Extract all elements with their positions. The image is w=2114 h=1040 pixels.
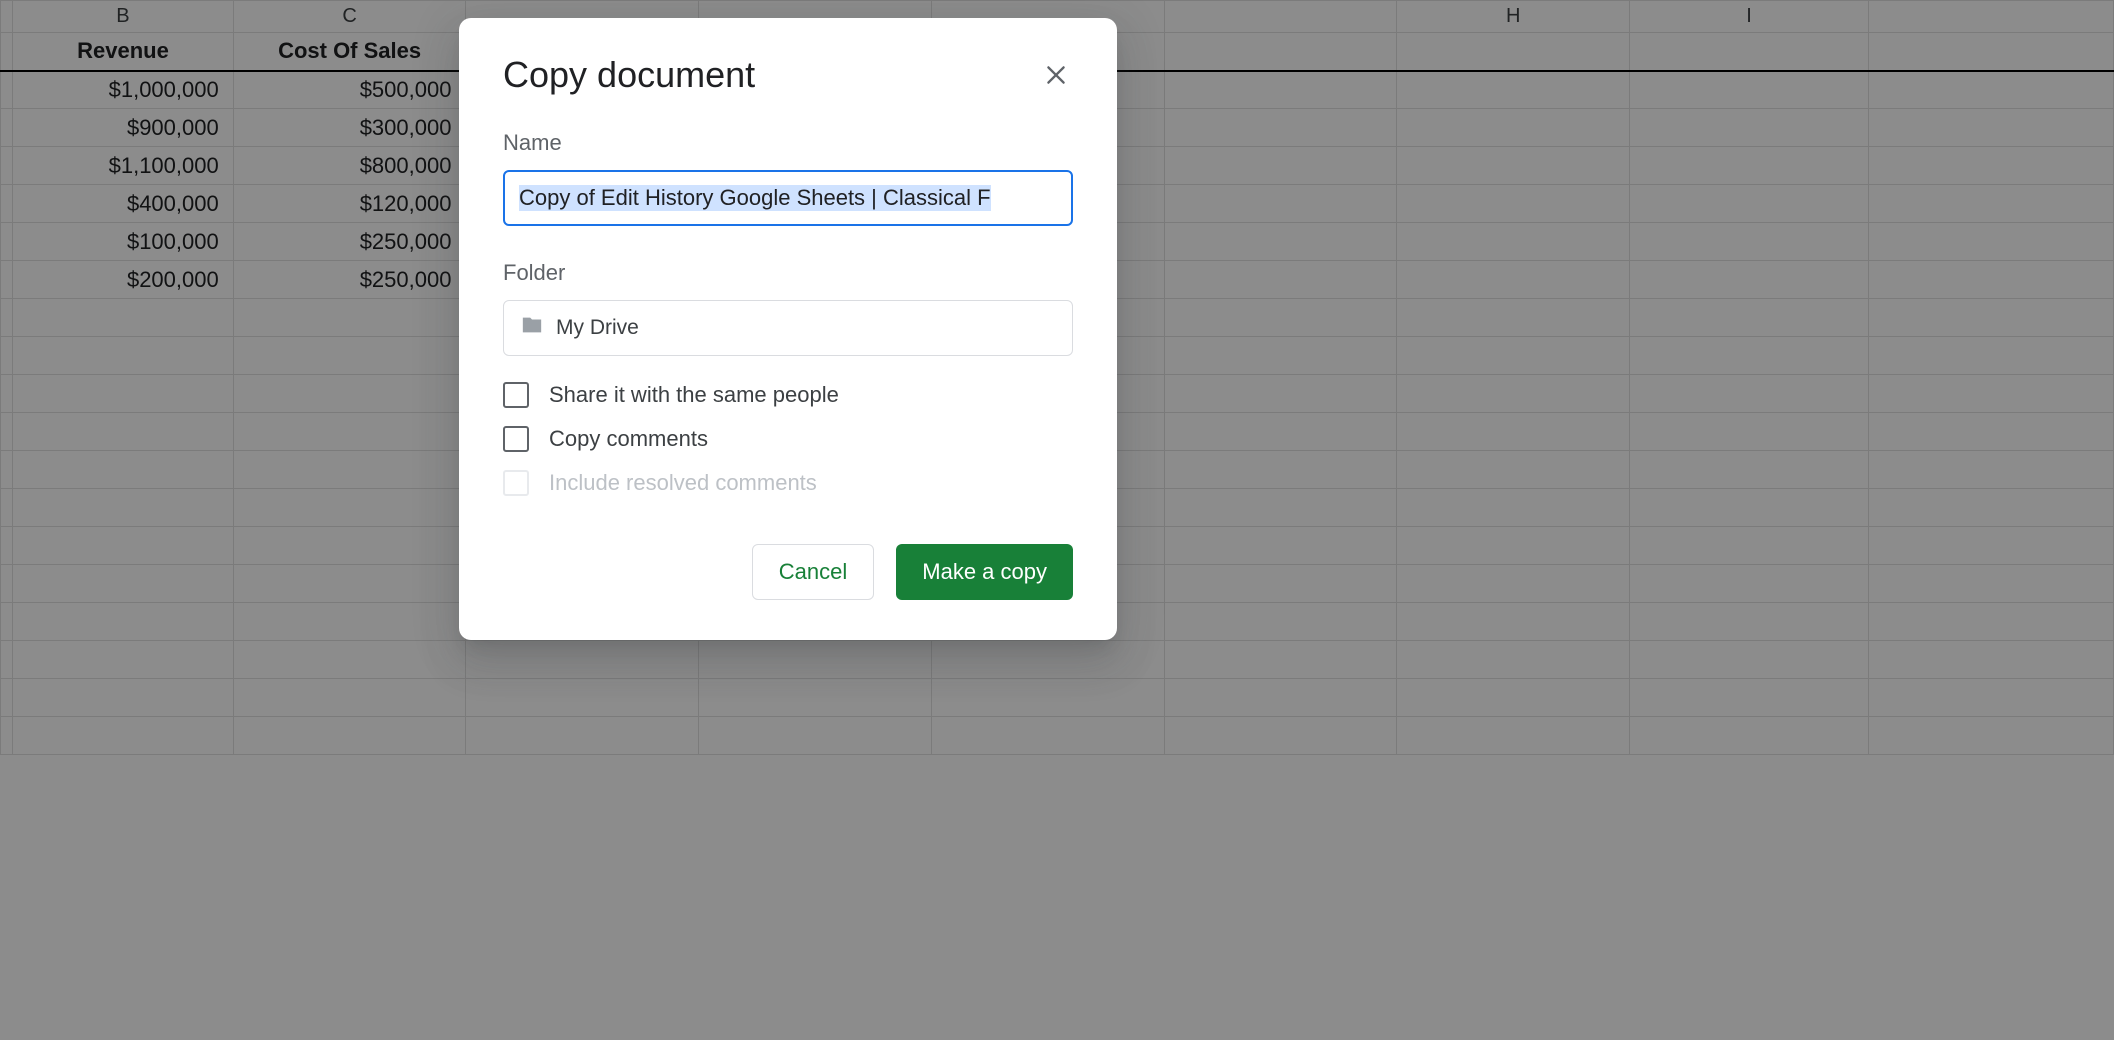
share-checkbox[interactable] [503,382,529,408]
folder-picker[interactable]: My Drive [503,300,1073,356]
include-resolved-row: Include resolved comments [503,470,1073,496]
include-resolved-checkbox [503,470,529,496]
include-resolved-label: Include resolved comments [549,470,817,496]
folder-label: Folder [503,260,1073,286]
share-label: Share it with the same people [549,382,839,408]
copy-comments-label: Copy comments [549,426,708,452]
close-button[interactable] [1039,58,1073,92]
copy-comments-row[interactable]: Copy comments [503,426,1073,452]
document-name-input[interactable] [503,170,1073,226]
copy-comments-checkbox[interactable] [503,426,529,452]
name-label: Name [503,130,1073,156]
make-a-copy-button[interactable]: Make a copy [896,544,1073,600]
dialog-title: Copy document [503,54,755,96]
copy-document-dialog: Copy document Name Folder My Drive Share… [459,18,1117,640]
close-icon [1043,62,1069,88]
folder-icon [520,314,544,342]
dialog-actions: Cancel Make a copy [503,544,1073,600]
folder-value: My Drive [556,316,639,340]
cancel-button[interactable]: Cancel [752,544,874,600]
share-same-people-row[interactable]: Share it with the same people [503,382,1073,408]
